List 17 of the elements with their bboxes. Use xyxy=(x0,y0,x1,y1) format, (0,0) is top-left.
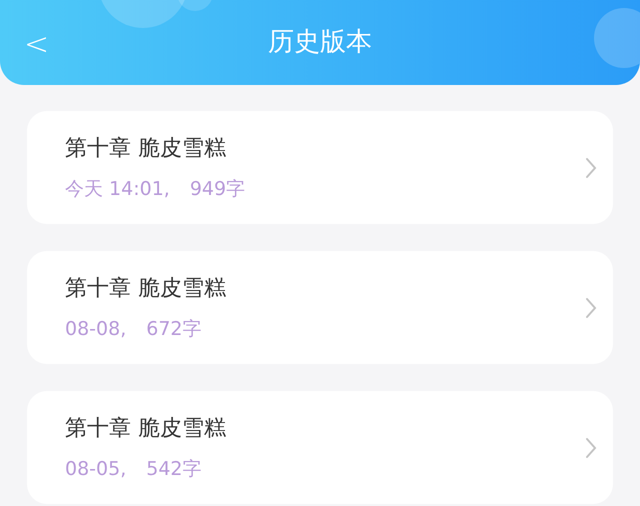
version-time: 今天 14:01, xyxy=(65,176,170,200)
word-count: 542字 xyxy=(146,456,202,480)
chapter-title: 第十章 脆皮雪糕 xyxy=(65,274,227,302)
version-card[interactable]: 第十章 脆皮雪糕 今天 14:01, 949字 xyxy=(27,111,613,224)
version-card[interactable]: 第十章 脆皮雪糕 08-05, 542字 xyxy=(27,391,613,504)
version-card[interactable]: 第十章 脆皮雪糕 08-08, 672字 xyxy=(27,251,613,364)
version-time: 08-08, xyxy=(65,316,126,340)
page-title: 历史版本 xyxy=(268,26,372,59)
word-count: 949字 xyxy=(190,176,246,200)
chapter-title: 第十章 脆皮雪糕 xyxy=(65,414,227,442)
version-time: 08-05, xyxy=(65,456,126,480)
bubble-icon xyxy=(592,8,640,68)
chevron-right-icon xyxy=(585,156,597,178)
chapter-title: 第十章 脆皮雪糕 xyxy=(65,134,227,162)
chevron-right-icon xyxy=(585,436,597,458)
chevron-right-icon xyxy=(585,296,597,318)
word-count: 672字 xyxy=(146,316,202,340)
